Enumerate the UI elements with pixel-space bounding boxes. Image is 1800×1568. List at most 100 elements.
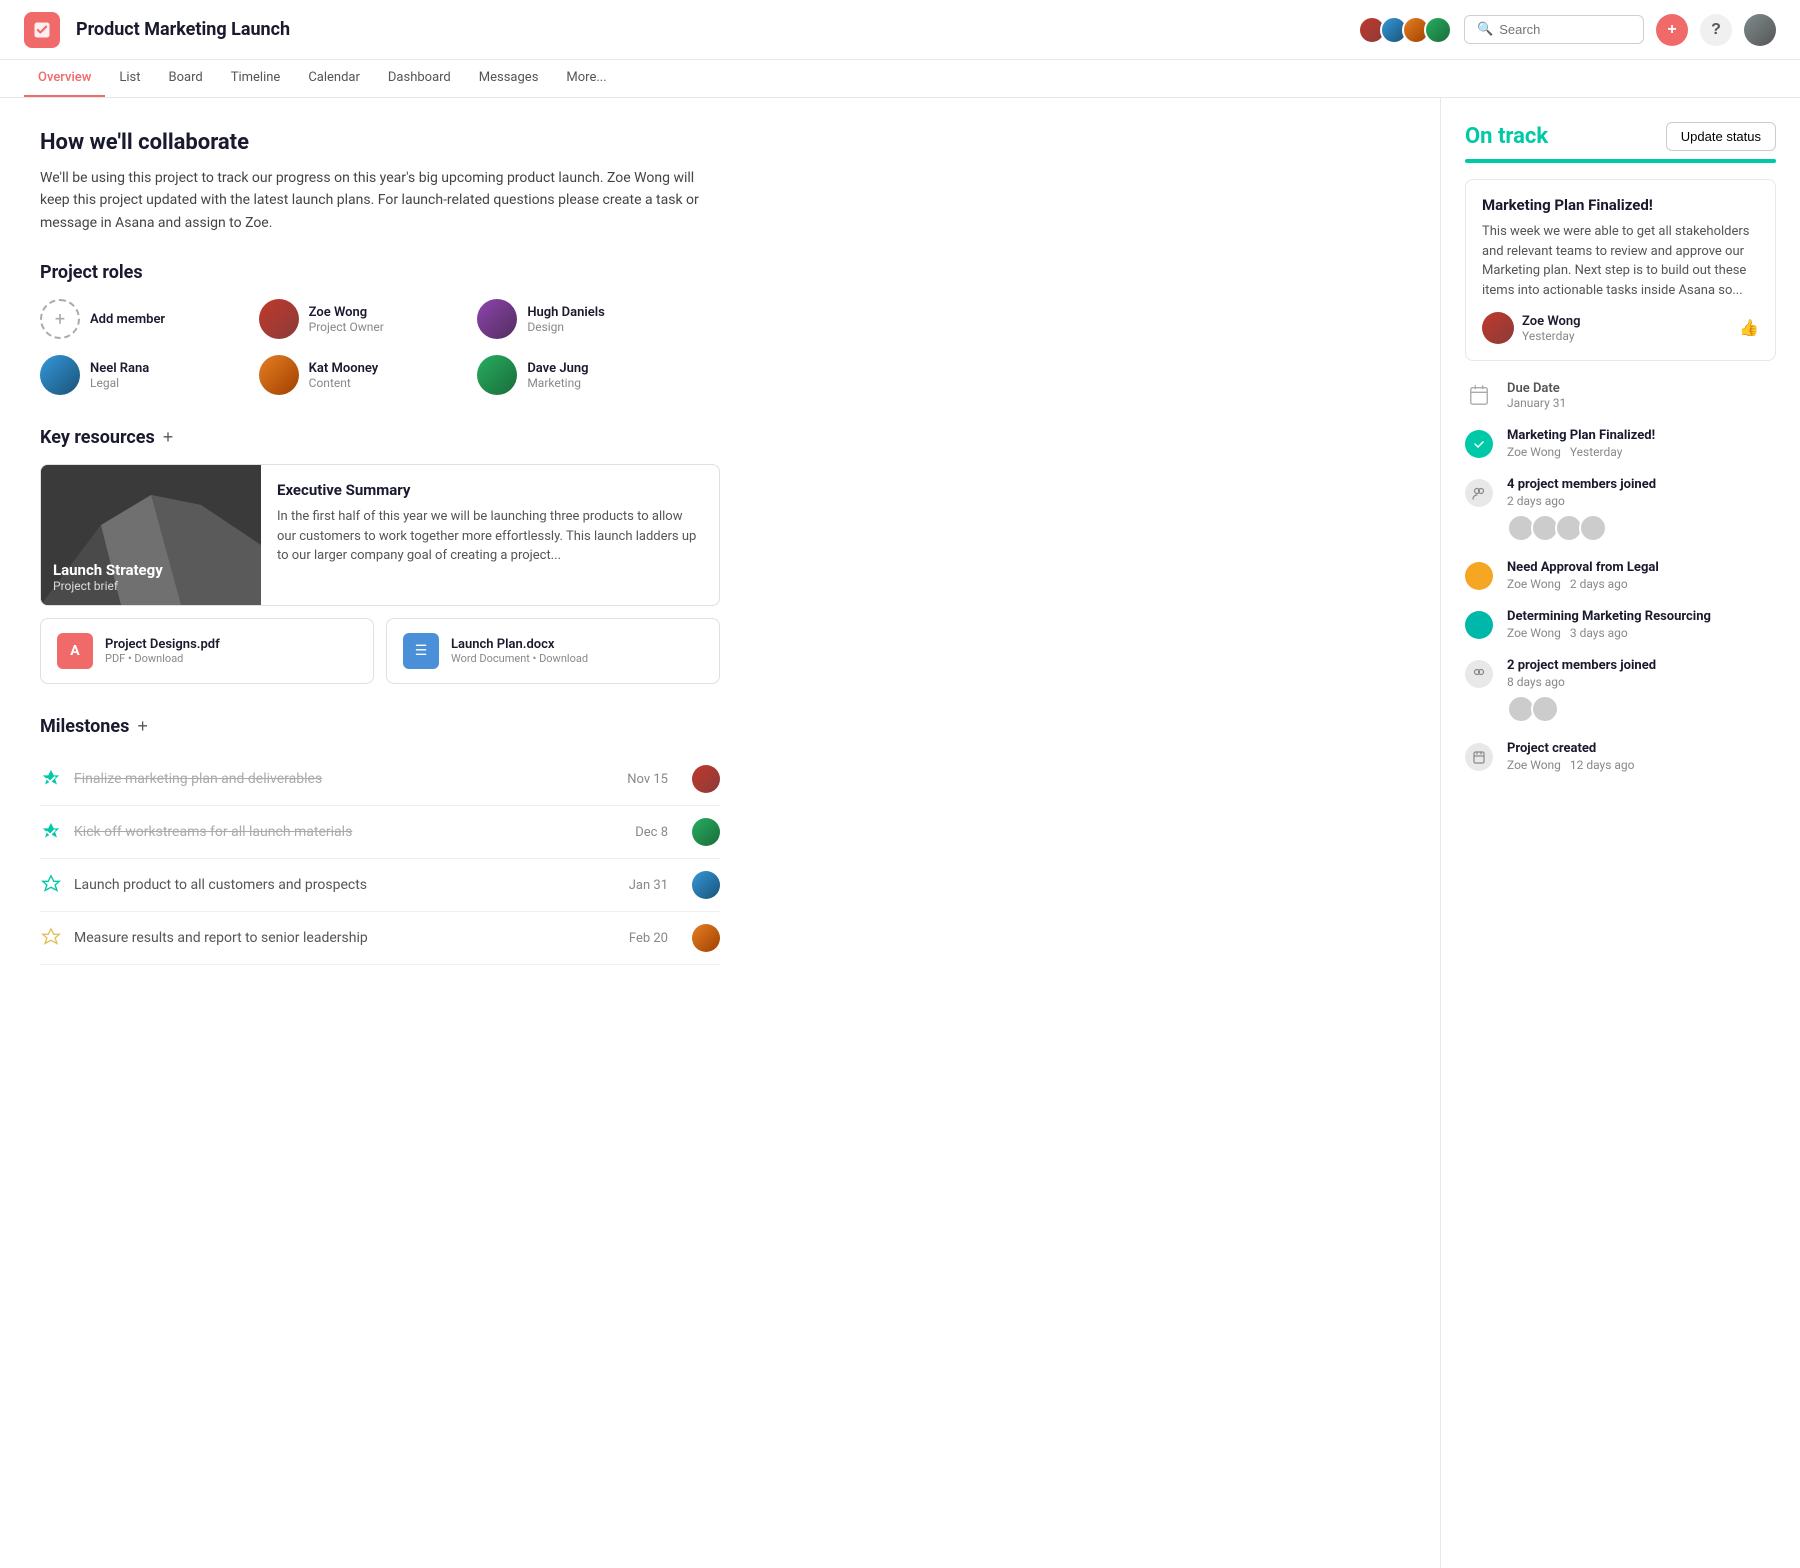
timeline-title: Need Approval from Legal	[1507, 560, 1659, 575]
add-member-label: Add member	[90, 312, 165, 327]
file-meta-doc: Word Document • Download	[451, 652, 588, 665]
due-date-value: January 31	[1507, 396, 1566, 410]
timeline-item-1: 4 project members joined 2 days ago	[1465, 477, 1776, 542]
milestone-date: Jan 31	[629, 878, 668, 893]
header-right: 🔍 + ?	[1358, 14, 1776, 46]
role-zoe[interactable]: Zoe Wong Project Owner	[259, 299, 462, 339]
milestones-header: Milestones +	[40, 716, 1400, 737]
due-date-icon	[1465, 381, 1493, 409]
add-milestone-button[interactable]: +	[137, 716, 148, 737]
tab-board[interactable]: Board	[155, 60, 217, 97]
pdf-icon: A	[57, 633, 93, 669]
status-header: On track Update status	[1465, 122, 1776, 151]
search-box[interactable]: 🔍	[1464, 15, 1644, 44]
resource-files: A Project Designs.pdf PDF • Download ☰ L…	[40, 618, 720, 684]
role-kat[interactable]: Kat Mooney Content	[259, 355, 462, 395]
timeline-title: 2 project members joined	[1507, 658, 1656, 673]
avatar-hugh	[477, 299, 517, 339]
milestone-2[interactable]: Kick off workstreams for all launch mate…	[40, 806, 720, 859]
timeline-section: Due Date January 31 Marketing Plan Final…	[1465, 381, 1776, 772]
tab-overview[interactable]: Overview	[24, 60, 105, 97]
roles-grid: + Add member Zoe Wong Project Owner Hugh…	[40, 299, 680, 395]
tab-list[interactable]: List	[105, 60, 154, 97]
tab-calendar[interactable]: Calendar	[294, 60, 374, 97]
add-member-icon: +	[40, 299, 80, 339]
role-name: Kat Mooney	[309, 361, 379, 376]
resource-image: Launch Strategy Project brief	[41, 465, 261, 605]
key-resources-header: Key resources +	[40, 427, 1400, 448]
resource-card-main[interactable]: Launch Strategy Project brief Executive …	[40, 464, 720, 606]
search-input[interactable]	[1499, 22, 1631, 37]
roles-title: Project roles	[40, 262, 1400, 283]
timeline-sub: Zoe Wong 3 days ago	[1507, 626, 1711, 640]
resource-img-title: Launch Strategy	[53, 561, 249, 579]
doc-icon: ☰	[403, 633, 439, 669]
milestone-3[interactable]: Launch product to all customers and pros…	[40, 859, 720, 912]
milestone-avatar	[692, 818, 720, 846]
file-pdf[interactable]: A Project Designs.pdf PDF • Download	[40, 618, 374, 684]
app-icon	[24, 12, 60, 48]
role-name: Zoe Wong	[309, 305, 384, 320]
user-avatar[interactable]	[1744, 14, 1776, 46]
milestones-title: Milestones	[40, 716, 129, 737]
status-author: Zoe Wong Yesterday	[1482, 312, 1581, 344]
team-avatars	[1358, 16, 1452, 44]
timeline-sub: Zoe Wong 12 days ago	[1507, 758, 1634, 772]
help-button[interactable]: ?	[1700, 14, 1732, 46]
add-member-item[interactable]: + Add member	[40, 299, 243, 339]
milestone-outline-icon	[40, 874, 62, 896]
timeline-sub: Zoe Wong 2 days ago	[1507, 577, 1659, 591]
timeline-dot-created	[1465, 743, 1493, 771]
milestone-outline-icon	[40, 927, 62, 949]
tab-messages[interactable]: Messages	[465, 60, 553, 97]
status-title: On track	[1465, 124, 1548, 149]
milestone-done-icon	[40, 768, 62, 790]
milestone-name: Finalize marketing plan and deliverables	[74, 771, 615, 787]
milestone-done-icon	[40, 821, 62, 843]
file-name-pdf: Project Designs.pdf	[105, 637, 220, 652]
role-name: Neel Rana	[90, 361, 149, 376]
left-panel: How we'll collaborate We'll be using thi…	[0, 98, 1440, 1568]
file-name-doc: Launch Plan.docx	[451, 637, 588, 652]
add-button[interactable]: +	[1656, 14, 1688, 46]
collaborate-title: How we'll collaborate	[40, 130, 1400, 155]
avatar-dave	[477, 355, 517, 395]
timeline-sub: 8 days ago	[1507, 675, 1656, 689]
header: Product Marketing Launch 🔍 + ?	[0, 0, 1800, 60]
role-hugh[interactable]: Hugh Daniels Design	[477, 299, 680, 339]
milestone-1[interactable]: Finalize marketing plan and deliverables…	[40, 753, 720, 806]
role-label: Project Owner	[309, 320, 384, 334]
tab-dashboard[interactable]: Dashboard	[374, 60, 465, 97]
update-status-button[interactable]: Update status	[1666, 122, 1776, 151]
timeline-sub: 2 days ago	[1507, 494, 1656, 508]
timeline-title: Determining Marketing Resourcing	[1507, 609, 1711, 624]
avatar	[1531, 695, 1559, 723]
timeline-item-3: Determining Marketing Resourcing Zoe Won…	[1465, 609, 1776, 640]
role-neel[interactable]: Neel Rana Legal	[40, 355, 243, 395]
avatar-neel	[40, 355, 80, 395]
milestone-4[interactable]: Measure results and report to senior lea…	[40, 912, 720, 965]
milestone-date: Nov 15	[627, 772, 668, 787]
timeline-item-5: Project created Zoe Wong 12 days ago	[1465, 741, 1776, 772]
timeline-dot-teal	[1465, 611, 1493, 639]
tab-more[interactable]: More...	[552, 60, 620, 97]
status-card-description: This week we were able to get all stakeh…	[1482, 222, 1759, 300]
timeline-item-2: Need Approval from Legal Zoe Wong 2 days…	[1465, 560, 1776, 591]
timeline-item-0: Marketing Plan Finalized! Zoe Wong Yeste…	[1465, 428, 1776, 459]
role-dave[interactable]: Dave Jung Marketing	[477, 355, 680, 395]
timeline-title: Project created	[1507, 741, 1634, 756]
tab-timeline[interactable]: Timeline	[217, 60, 295, 97]
project-title: Product Marketing Launch	[76, 19, 290, 40]
milestone-date: Dec 8	[635, 825, 668, 840]
due-date-item: Due Date January 31	[1465, 381, 1776, 410]
add-resource-button[interactable]: +	[163, 427, 174, 448]
timeline-avatars	[1507, 695, 1656, 723]
timeline-dot-members2	[1465, 660, 1493, 688]
like-button[interactable]: 👍	[1739, 318, 1759, 338]
file-doc[interactable]: ☰ Launch Plan.docx Word Document • Downl…	[386, 618, 720, 684]
collaborate-description: We'll be using this project to track our…	[40, 167, 720, 234]
role-label: Design	[527, 320, 605, 334]
role-label: Content	[309, 376, 379, 390]
avatar	[1579, 514, 1607, 542]
main-layout: How we'll collaborate We'll be using thi…	[0, 98, 1800, 1568]
